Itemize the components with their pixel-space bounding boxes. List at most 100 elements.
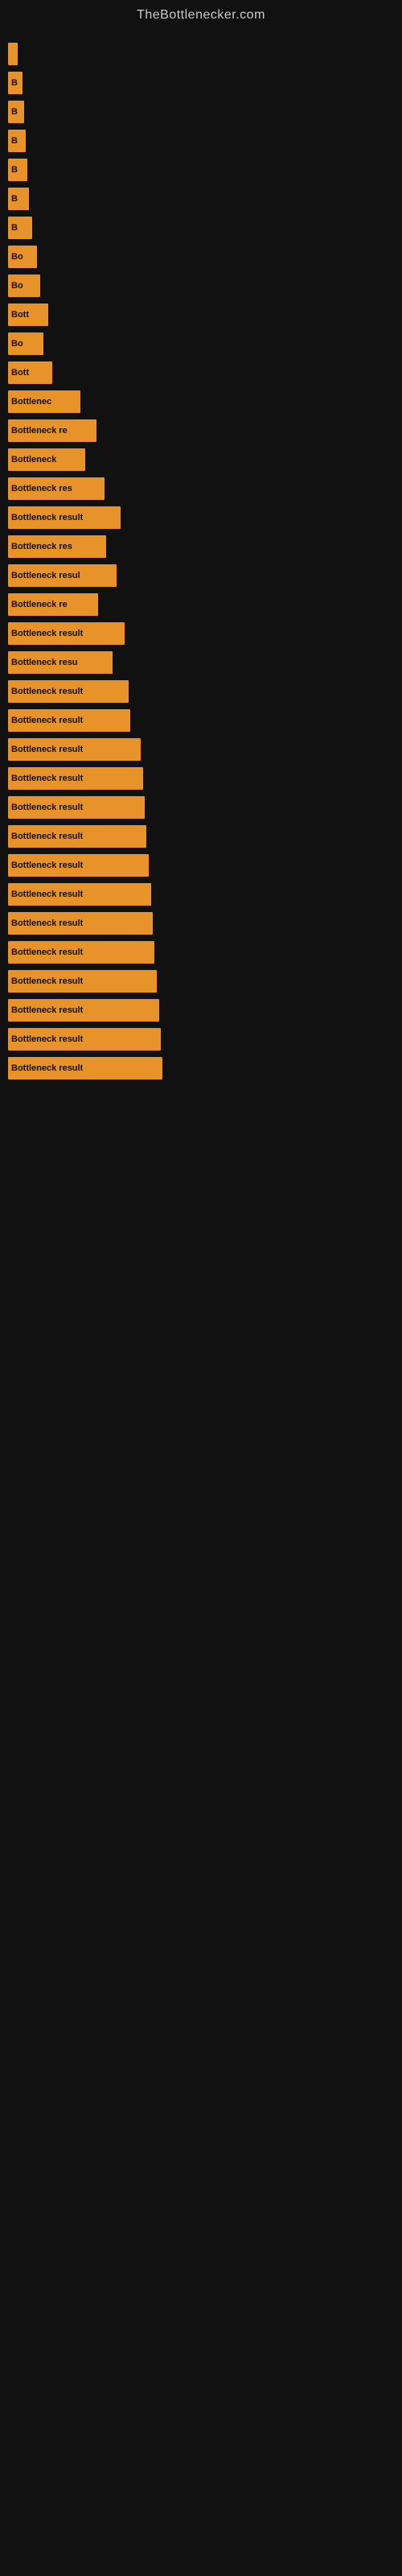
bar-row: Bott (8, 361, 394, 384)
bar-item: Bottleneck result (8, 680, 129, 703)
bar-row: Bottleneck result (8, 941, 394, 964)
bar-label: B (11, 78, 18, 88)
bar-row: B (8, 101, 394, 123)
bar-label: B (11, 223, 18, 233)
bar-row: Bottleneck (8, 448, 394, 471)
bar-label: Bottlenec (11, 397, 51, 407)
bar-row: Bottleneck res (8, 477, 394, 500)
bar-label: B (11, 136, 18, 146)
bar-item: Bottleneck result (8, 825, 146, 848)
bar-label: Bottleneck re (11, 600, 68, 609)
bar-row: Bottleneck result (8, 1028, 394, 1051)
bar-label: Bott (11, 310, 29, 320)
bar-item: Bottleneck result (8, 999, 159, 1022)
bar-label: Bottleneck result (11, 890, 83, 899)
bar-label: B (11, 194, 18, 204)
bar-row: Bottleneck result (8, 825, 394, 848)
bar-label: Bottleneck resu (11, 658, 78, 667)
bar-row: Bottleneck result (8, 680, 394, 703)
bar-item: Bo (8, 332, 43, 355)
bar-label: Bo (11, 252, 23, 262)
bar-label: Bottleneck result (11, 687, 83, 696)
bar-row: Bottleneck resu (8, 651, 394, 674)
bar-item: Bottleneck (8, 448, 85, 471)
bar-row: Bottleneck result (8, 912, 394, 935)
bar-row: B (8, 159, 394, 181)
bar-item: Bottleneck result (8, 941, 154, 964)
bar-row: Bottleneck re (8, 419, 394, 442)
bar-item: Bottleneck result (8, 883, 151, 906)
bar-row: Bottleneck result (8, 709, 394, 732)
bar-row: Bottleneck result (8, 767, 394, 790)
bar-row: Bott (8, 303, 394, 326)
bar-item: B (8, 159, 27, 181)
bar-label: Bottleneck result (11, 1063, 83, 1073)
bar-row: Bottleneck result (8, 854, 394, 877)
bar-item: Bottleneck result (8, 1057, 162, 1080)
bar-row: B (8, 130, 394, 152)
bar-item (8, 43, 18, 65)
bar-row: Bottleneck result (8, 506, 394, 529)
bar-label: Bottleneck re (11, 426, 68, 436)
bar-item: Bottleneck result (8, 796, 145, 819)
bar-row: Bottleneck result (8, 999, 394, 1022)
bar-item: Bottleneck result (8, 738, 141, 761)
bar-label: Bottleneck (11, 455, 56, 464)
bar-label: Bottleneck result (11, 861, 83, 870)
bar-item: Bottleneck res (8, 535, 106, 558)
bar-item: B (8, 130, 26, 152)
bar-item: Bottleneck result (8, 854, 149, 877)
bar-label: Bottleneck result (11, 947, 83, 957)
bar-label: Bottleneck res (11, 542, 72, 551)
bar-item: Bottleneck re (8, 593, 98, 616)
bar-item: B (8, 72, 23, 94)
bar-label: B (11, 107, 18, 117)
bar-item: Bottleneck result (8, 1028, 161, 1051)
bars-container: B B B B B B Bo Bo Bott Bo Bott Bottlenec Bottleneck … (0, 27, 402, 1094)
bar-label: Bott (11, 368, 29, 378)
bar-row: Bottleneck resul (8, 564, 394, 587)
bar-label: Bo (11, 339, 23, 349)
bar-label: Bottleneck res (11, 484, 72, 493)
bar-item: Bottleneck resu (8, 651, 113, 674)
bar-item: Bottleneck result (8, 709, 130, 732)
bar-row: Bottleneck result (8, 738, 394, 761)
bar-row: Bo (8, 275, 394, 297)
bar-label: Bottleneck result (11, 629, 83, 638)
bar-item: Bo (8, 246, 37, 268)
bar-label: B (11, 165, 18, 175)
bar-item: Bottleneck result (8, 622, 125, 645)
bar-row: B (8, 188, 394, 210)
bar-item: Bottlenec (8, 390, 80, 413)
bar-row: Bottleneck result (8, 970, 394, 993)
bar-row: Bottleneck res (8, 535, 394, 558)
bar-label: Bottleneck result (11, 513, 83, 522)
bar-item: Bottleneck re (8, 419, 96, 442)
bar-item: B (8, 188, 29, 210)
site-title: TheBottlenecker.com (0, 0, 402, 27)
bar-label: Bottleneck result (11, 1005, 83, 1015)
bar-label: Bottleneck result (11, 803, 83, 812)
bar-row: Bottlenec (8, 390, 394, 413)
bar-label: Bottleneck result (11, 774, 83, 783)
bar-row: Bottleneck re (8, 593, 394, 616)
bar-row: Bottleneck result (8, 622, 394, 645)
bar-row: B (8, 72, 394, 94)
bar-row: Bottleneck result (8, 883, 394, 906)
bar-row: Bottleneck result (8, 796, 394, 819)
bar-label: Bottleneck result (11, 1034, 83, 1044)
bar-item: Bo (8, 275, 40, 297)
bar-item: Bottleneck result (8, 970, 157, 993)
bar-row: B (8, 217, 394, 239)
bar-item: B (8, 217, 32, 239)
bar-label: Bottleneck resul (11, 571, 80, 580)
bar-label: Bottleneck result (11, 919, 83, 928)
bar-label: Bottleneck result (11, 716, 83, 725)
bar-label: Bottleneck result (11, 976, 83, 986)
bar-label: Bottleneck result (11, 832, 83, 841)
bar-row (8, 43, 394, 65)
bar-row: Bo (8, 332, 394, 355)
bar-label: Bottleneck result (11, 745, 83, 754)
bar-label: Bo (11, 281, 23, 291)
bar-row: Bo (8, 246, 394, 268)
